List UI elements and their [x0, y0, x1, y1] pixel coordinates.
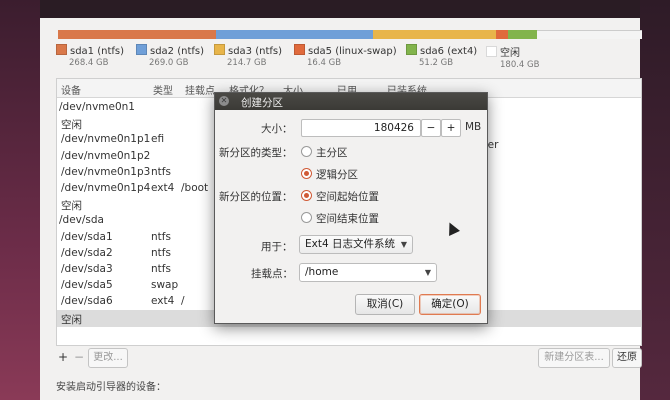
partition-legend: sda1 (ntfs) 268.4 GB sda2 (ntfs) 269.0 GB …: [56, 44, 646, 76]
partition-type-label: 新分区的类型：: [219, 147, 293, 159]
row-device: /dev/nvme0n1p1: [61, 133, 151, 146]
legend-swatch: [56, 44, 67, 55]
header-mount[interactable]: 挂载点: [185, 82, 215, 97]
partition-location-label: 新分区的位置：: [219, 191, 293, 203]
revert-button[interactable]: 还原: [612, 348, 642, 368]
size-decrease-button[interactable]: −: [421, 119, 441, 137]
partition-segment-sda6: [507, 30, 537, 39]
chevron-down-icon: ▼: [400, 240, 407, 249]
legend-sda5: sda5 (linux-swap) 16.4 GB: [294, 44, 397, 68]
partition-toolbar: + − 更改... 新建分区表... 还原: [56, 346, 642, 368]
row-device: 空闲: [61, 200, 82, 213]
close-icon[interactable]: ✕: [219, 96, 229, 106]
cancel-button[interactable]: 取消(C): [355, 294, 415, 315]
row-device: /dev/nvme0n1p2: [61, 149, 151, 162]
radio-circle-icon: [301, 212, 312, 223]
legend-swatch: [406, 44, 417, 55]
legend-free: 空闲 180.4 GB: [486, 44, 539, 70]
row-mount: /boot: [181, 182, 209, 194]
row-device: /dev/sda5: [61, 279, 113, 292]
dialog-titlebar: ✕ 创建分区: [215, 93, 487, 110]
row-device: /dev/sda1: [61, 230, 113, 243]
new-partition-table-button[interactable]: 新建分区表...: [538, 348, 610, 368]
radio-selected-icon: [301, 168, 312, 179]
size-value: 180426: [373, 122, 414, 134]
header-device[interactable]: 设备: [61, 82, 81, 97]
row-type: ntfs: [151, 246, 171, 259]
location-start-radio[interactable]: 空间起始位置: [301, 189, 379, 204]
partition-segment-sda2: [215, 30, 374, 39]
partition-usage-bar: [58, 30, 642, 39]
row-device: 空闲: [61, 313, 82, 326]
partition-segment-sda5: [495, 30, 508, 39]
row-type: ext4: [151, 182, 175, 194]
row-type: ntfs: [151, 263, 171, 275]
row-device: 空闲: [61, 119, 82, 132]
row-type: efi: [151, 133, 165, 146]
row-type: ntfs: [151, 165, 171, 178]
legend-sda2: sda2 (ntfs) 269.0 GB: [136, 44, 204, 68]
radio-selected-icon: [301, 190, 312, 201]
row-device: /dev/nvme0n1p3: [61, 165, 151, 178]
size-input[interactable]: 180426: [301, 119, 421, 137]
remove-partition-button[interactable]: −: [72, 348, 86, 366]
row-device: /dev/sda: [59, 214, 104, 227]
row-device: /dev/sda6: [61, 295, 113, 308]
change-partition-button[interactable]: 更改...: [88, 348, 128, 368]
top-panel: [0, 0, 670, 18]
boot-loader-device-label: 安装启动引导器的设备：: [56, 382, 166, 393]
header-type[interactable]: 类型: [153, 82, 173, 97]
legend-swatch: [486, 46, 497, 57]
radio-circle-icon: [301, 146, 312, 157]
size-label: 大小：: [261, 123, 293, 135]
type-primary-radio[interactable]: 主分区: [301, 145, 348, 160]
mount-point-combo[interactable]: /home ▼: [299, 263, 437, 282]
row-device: /dev/sda2: [61, 246, 113, 259]
row-type: ntfs: [151, 230, 171, 243]
row-device: /dev/sda3: [61, 263, 113, 275]
partition-segment-sda1: [58, 30, 216, 39]
legend-swatch: [214, 44, 225, 55]
row-device: /dev/nvme0n1: [59, 101, 135, 113]
partition-segment-free: [536, 30, 642, 39]
row-device: /dev/nvme0n1p4: [61, 182, 151, 194]
row-mount: /: [181, 295, 185, 308]
filesystem-select[interactable]: Ext4 日志文件系统 ▼: [299, 235, 413, 254]
use-as-label: 用于：: [261, 241, 293, 253]
legend-sda6: sda6 (ext4) 51.2 GB: [406, 44, 477, 68]
chevron-down-icon: ▼: [424, 268, 431, 277]
legend-sda1: sda1 (ntfs) 268.4 GB: [56, 44, 124, 68]
ok-button[interactable]: 确定(O): [419, 294, 481, 315]
size-unit: MB: [465, 121, 482, 133]
size-increase-button[interactable]: +: [441, 119, 461, 137]
legend-sda3: sda3 (ntfs) 214.7 GB: [214, 44, 282, 68]
row-type: swap: [151, 279, 179, 292]
legend-swatch: [294, 44, 305, 55]
legend-swatch: [136, 44, 147, 55]
add-partition-button[interactable]: +: [56, 348, 70, 366]
row-type: ext4: [151, 295, 175, 308]
dialog-title: 创建分区: [241, 97, 283, 109]
location-end-radio[interactable]: 空间结束位置: [301, 211, 379, 226]
type-logical-radio[interactable]: 逻辑分区: [301, 167, 358, 182]
partition-segment-sda3: [373, 30, 496, 39]
desktop-background-left: [0, 0, 40, 400]
mount-point-label: 挂载点：: [251, 268, 293, 280]
create-partition-dialog: ✕ 创建分区 大小： 180426 − + MB 新分区的类型： 主分区 逻辑分…: [214, 92, 488, 324]
